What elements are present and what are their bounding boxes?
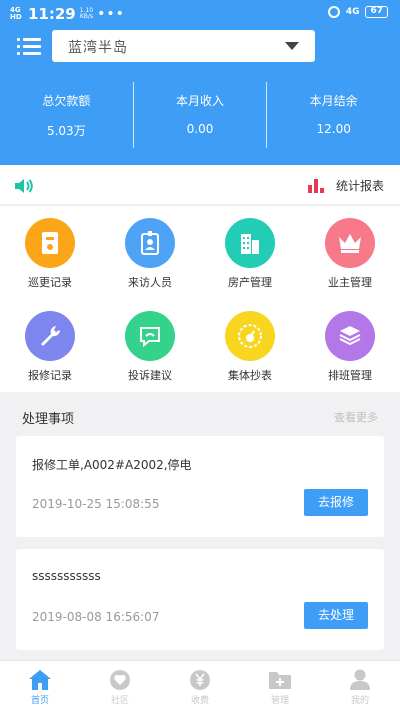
profile-icon: [350, 669, 370, 690]
status-time: 11:29: [28, 5, 76, 23]
tab-label: 收费: [190, 696, 209, 706]
tile-meter-reading[interactable]: 集体抄表: [200, 299, 300, 392]
notice-bar: 统计报表: [0, 165, 400, 205]
task-title: 报修工单,A002#A2002,停电: [32, 458, 192, 472]
tile-label: 业主管理: [328, 276, 372, 289]
tab-label: 管理: [270, 696, 289, 706]
tab-label: 社区: [110, 696, 129, 706]
bottom-tab-bar: 首页 社区 收费 管理 我的: [0, 660, 400, 711]
signal-indicator: 4G: [345, 7, 360, 17]
tab-label: 首页: [30, 696, 49, 706]
tile-label: 报修记录: [28, 369, 72, 382]
community-select[interactable]: 蓝湾半岛: [52, 30, 315, 62]
go-repair-button[interactable]: 去报修: [304, 489, 368, 516]
stat-value: 12.00: [316, 122, 351, 136]
go-handle-button[interactable]: 去处理: [304, 602, 368, 629]
tile-label: 排班管理: [328, 369, 372, 382]
message-icon: [125, 311, 175, 361]
chevron-down-icon: [285, 42, 299, 50]
tile-shift-scheduling[interactable]: 排班管理: [300, 299, 400, 392]
task-title: sssssssssss: [32, 569, 101, 583]
tab-management[interactable]: 管理: [240, 661, 320, 711]
crown-icon: [325, 218, 375, 268]
bar-chart-icon: [307, 178, 326, 193]
tab-community[interactable]: 社区: [80, 661, 160, 711]
community-icon: [110, 670, 130, 690]
tile-label: 巡更记录: [28, 276, 72, 289]
header: 4G HD 11:29 1.10 KB/s ••• 4G 67 蓝湾半岛 总欠款…: [0, 0, 400, 165]
task-time: 2019-10-25 15:08:55: [32, 497, 160, 511]
alarm-icon: [327, 6, 340, 18]
tile-property-management[interactable]: 房产管理: [200, 206, 300, 299]
building-icon: [225, 218, 275, 268]
status-bar: 4G HD 11:29 1.10 KB/s ••• 4G 67: [0, 0, 400, 26]
tasks-section-header: 处理事项 查看更多: [0, 392, 400, 436]
layers-icon: [325, 311, 375, 361]
stat-value: 0.00: [186, 122, 214, 136]
folder-icon: [269, 672, 291, 689]
view-more-link[interactable]: 查看更多: [334, 409, 378, 425]
tile-label: 投诉建议: [128, 369, 172, 382]
speaker-icon[interactable]: [14, 179, 34, 193]
tile-visitors[interactable]: 来访人员: [100, 206, 200, 299]
tile-repair-records[interactable]: 报修记录: [0, 299, 100, 392]
stat-label: 本月收入: [176, 94, 225, 108]
tab-fees[interactable]: 收费: [160, 661, 240, 711]
tab-home[interactable]: 首页: [0, 661, 80, 711]
fee-icon: [190, 670, 210, 690]
more-notifications-icon: •••: [97, 6, 125, 22]
tile-label: 房产管理: [228, 276, 272, 289]
tile-label: 来访人员: [128, 276, 172, 289]
task-card[interactable]: 报修工单,A002#A2002,停电 2019-10-25 15:08:55 去…: [16, 436, 384, 537]
statistics-report-link[interactable]: 统计报表: [307, 177, 384, 194]
task-card[interactable]: sssssssssss 2019-08-08 16:56:07 去处理: [16, 549, 384, 650]
section-title: 处理事项: [22, 412, 75, 427]
network-speed: 1.10 KB/s: [80, 8, 93, 20]
community-select-value: 蓝湾半岛: [68, 40, 128, 56]
task-time: 2019-08-08 16:56:07: [32, 610, 160, 624]
home-icon: [29, 670, 51, 690]
menu-icon[interactable]: [17, 38, 41, 56]
stat-monthly-income: 本月收入 0.00: [132, 82, 267, 148]
stats-row: 总欠款额 5.03万 本月收入 0.00 本月结余 12.00: [0, 82, 400, 148]
stat-label: 本月结余: [309, 94, 358, 108]
tile-complaints[interactable]: 投诉建议: [100, 299, 200, 392]
report-label: 统计报表: [335, 179, 384, 193]
stat-value: 5.03万: [46, 124, 86, 138]
battery-icon: 67: [365, 6, 388, 18]
tab-label: 我的: [350, 696, 369, 706]
function-grid: 巡更记录 来访人员 房产管理 业主管理 报修记录 投诉建议 集体抄表 排班管理: [0, 206, 400, 392]
network-indicator: 4G HD: [10, 6, 22, 21]
stat-monthly-balance: 本月结余 12.00: [266, 82, 400, 148]
tile-owner-management[interactable]: 业主管理: [300, 206, 400, 299]
wrench-icon: [25, 311, 75, 361]
meter-icon: [225, 311, 275, 361]
tab-profile[interactable]: 我的: [320, 661, 400, 711]
tile-patrol-records[interactable]: 巡更记录: [0, 206, 100, 299]
tile-label: 集体抄表: [228, 369, 272, 382]
stat-total-debt: 总欠款额 5.03万: [0, 82, 133, 148]
visitor-badge-icon: [125, 218, 175, 268]
network-speed-unit: KB/s: [79, 13, 94, 20]
patrol-icon: [25, 218, 75, 268]
stat-label: 总欠款额: [42, 94, 91, 108]
